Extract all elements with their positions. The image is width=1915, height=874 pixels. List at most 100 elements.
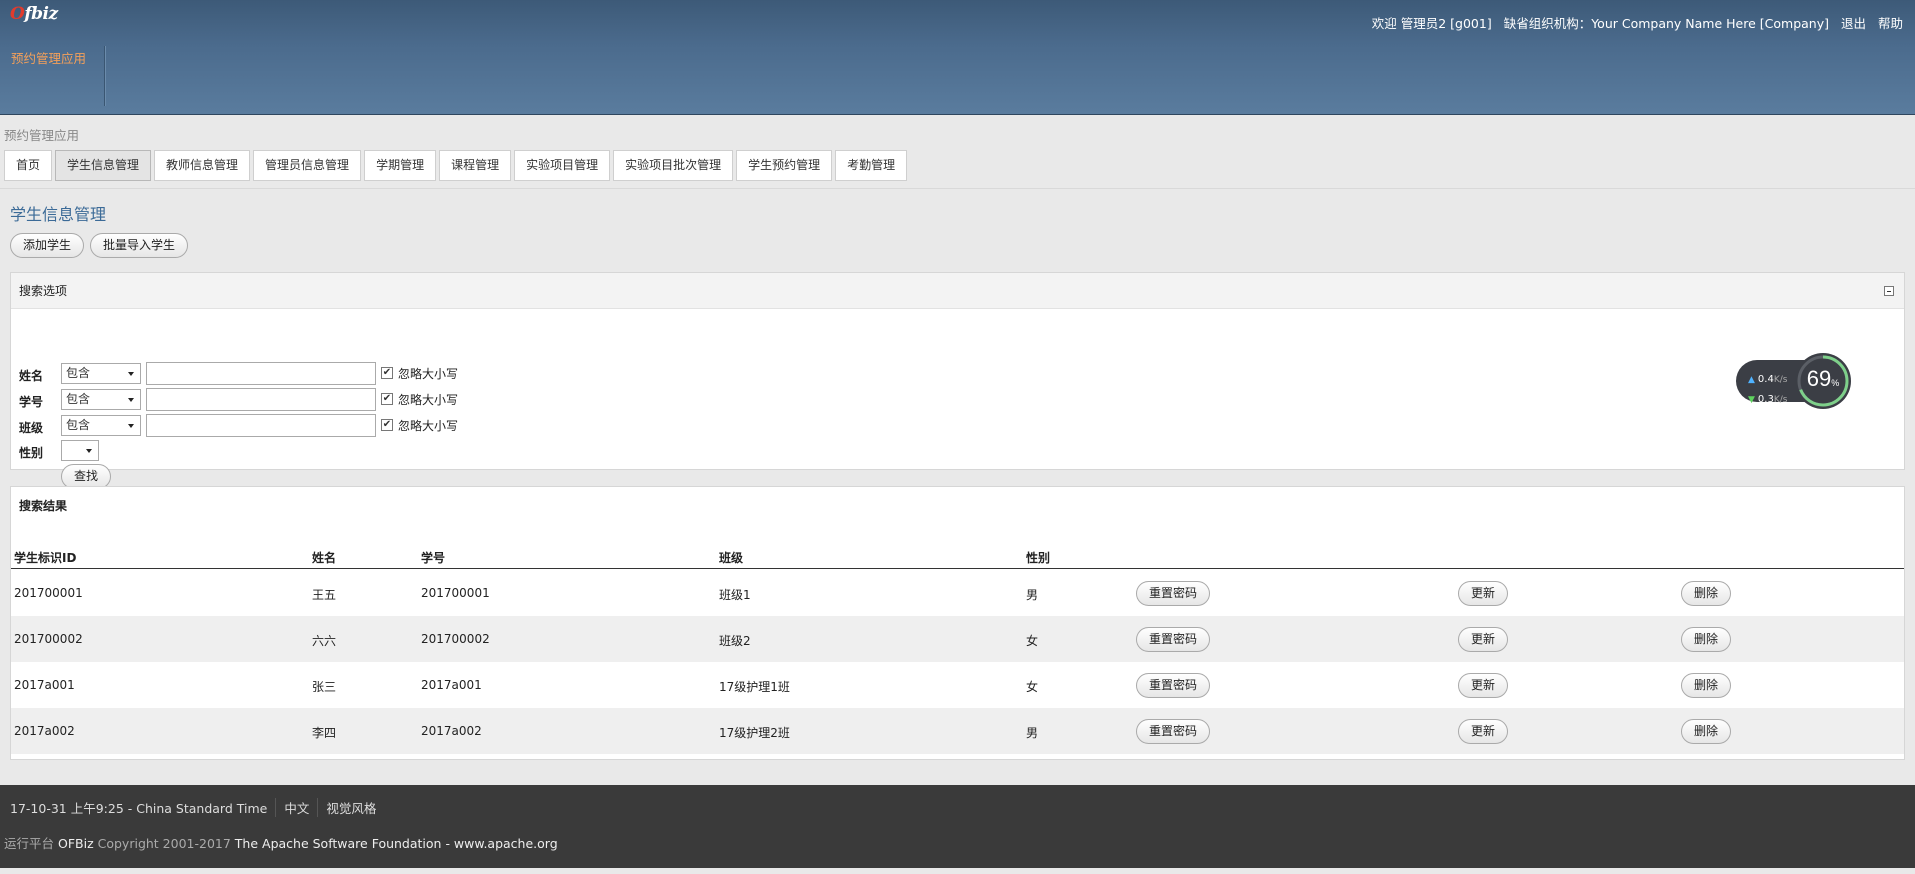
app-bar-separator (0, 188, 1915, 189)
update-button[interactable]: 更新 (1458, 627, 1509, 652)
cell-gender: 女 (1026, 634, 1039, 648)
page-title: 学生信息管理 (10, 205, 107, 224)
app-header: Ofbiz 欢迎 管理员2 [g001] 缺省组织机构：Your Company… (0, 0, 1915, 115)
cell-number: 2017a002 (421, 724, 482, 738)
logout-link[interactable]: 退出 (1841, 16, 1866, 31)
cell-number: 201700001 (421, 586, 490, 600)
number-label: 学号 (19, 395, 44, 409)
update-button[interactable]: 更新 (1458, 581, 1509, 606)
reset-password-button[interactable]: 重置密码 (1136, 581, 1211, 606)
table-row: 201700002 六六 201700002 班级2 女 重置密码 更新 删除 (11, 616, 1904, 662)
search-form: 姓名 包含 ✔ 忽略大小写 学号 包含 ✔ 忽略大小写 班级 包含 ✔ 忽略大小… (11, 309, 1904, 489)
delete-button[interactable]: 删除 (1681, 719, 1732, 744)
tab-admin-info[interactable]: 管理员信息管理 (253, 150, 362, 181)
column-header-id[interactable]: 学生标识ID (14, 549, 76, 566)
footer: 17-10-31 上午9:25 - China Standard Time 中文… (0, 785, 1915, 868)
import-students-button[interactable]: 批量导入学生 (90, 233, 189, 258)
copyright-text: Copyright 2001-2017 (97, 836, 231, 851)
bottom-strip (0, 868, 1915, 874)
cell-number: 201700002 (421, 632, 490, 646)
name-ignore-case-checkbox[interactable]: ✔ (381, 367, 393, 379)
cell-class: 17级护理2班 (719, 726, 790, 740)
download-speed: ▼ 0.3K/s (1748, 394, 1788, 405)
footer-language-link[interactable]: 中文 (275, 798, 317, 817)
cell-gender: 男 (1026, 726, 1039, 740)
download-arrow-icon: ▼ (1748, 395, 1755, 405)
reset-password-button[interactable]: 重置密码 (1136, 719, 1211, 744)
network-speed-widget[interactable]: ▲ 0.4K/s ▼ 0.3K/s 69% (1736, 352, 1856, 410)
class-ignore-case-checkbox[interactable]: ✔ (381, 419, 393, 431)
reset-password-button[interactable]: 重置密码 (1136, 673, 1211, 698)
reset-password-button[interactable]: 重置密码 (1136, 627, 1211, 652)
class-label: 班级 (19, 421, 44, 435)
tab-student-reservation[interactable]: 学生预约管理 (736, 150, 833, 181)
column-header-class[interactable]: 班级 (719, 549, 743, 566)
footer-powered-by: 运行平台 OFBiz Copyright 2001-2017 The Apach… (4, 833, 558, 852)
class-operator-select[interactable]: 包含 (61, 415, 141, 436)
class-input[interactable] (146, 414, 376, 437)
name-input[interactable] (146, 362, 376, 385)
chevron-down-icon (128, 424, 134, 428)
organization-text[interactable]: 缺省组织机构：Your Company Name Here [Company] (1504, 16, 1829, 31)
ofbiz-logo[interactable]: Ofbiz (10, 4, 58, 24)
app-bar-title: 预约管理应用 (4, 128, 80, 143)
cell-id: 2017a002 (14, 724, 75, 738)
number-operator-select[interactable]: 包含 (61, 389, 141, 410)
number-ignore-case-checkbox[interactable]: ✔ (381, 393, 393, 405)
delete-button[interactable]: 删除 (1681, 673, 1732, 698)
tab-experiment[interactable]: 实验项目管理 (514, 150, 611, 181)
column-header-number[interactable]: 学号 (421, 549, 445, 566)
footer-theme-link[interactable]: 视觉风格 (317, 798, 384, 817)
tab-experiment-batch[interactable]: 实验项目批次管理 (613, 150, 734, 181)
cell-name: 王五 (312, 588, 337, 602)
tab-semester[interactable]: 学期管理 (364, 150, 437, 181)
tab-home[interactable]: 首页 (4, 150, 53, 181)
update-button[interactable]: 更新 (1458, 719, 1509, 744)
name-label: 姓名 (19, 369, 44, 383)
table-row: 201700001 王五 201700001 班级1 男 重置密码 更新 删除 (11, 570, 1904, 616)
cell-gender: 男 (1026, 588, 1039, 602)
welcome-text: 欢迎 管理员2 [g001] (1371, 16, 1492, 31)
tab-teacher-info[interactable]: 教师信息管理 (154, 150, 251, 181)
gender-label: 性别 (19, 446, 44, 460)
search-options-header: 搜索选项 (11, 273, 1904, 309)
delete-button[interactable]: 删除 (1681, 581, 1732, 606)
help-link[interactable]: 帮助 (1878, 16, 1903, 31)
cell-class: 班级1 (719, 588, 751, 602)
apache-link[interactable]: The Apache Software Foundation - www.apa… (235, 836, 558, 851)
gender-select[interactable] (61, 440, 99, 461)
cell-id: 201700001 (14, 586, 83, 600)
memory-percent: 69% (1806, 366, 1840, 391)
delete-button[interactable]: 删除 (1681, 627, 1732, 652)
tab-student-info[interactable]: 学生信息管理 (55, 150, 152, 181)
name-ignore-case-label: 忽略大小写 (398, 367, 459, 381)
collapse-icon[interactable] (1884, 286, 1894, 296)
cell-name: 张三 (312, 680, 337, 694)
column-header-gender[interactable]: 性别 (1026, 549, 1050, 566)
search-options-title: 搜索选项 (19, 284, 68, 298)
search-options-panel: 搜索选项 姓名 包含 ✔ 忽略大小写 学号 包含 ✔ 忽略大小写 班级 包含 ✔… (10, 272, 1905, 489)
upload-speed: ▲ 0.4K/s (1748, 374, 1788, 385)
footer-datetime[interactable]: 17-10-31 上午9:25 - China Standard Time (10, 798, 275, 817)
app-divider (104, 46, 105, 106)
cell-name: 李四 (312, 726, 337, 740)
number-ignore-case-label: 忽略大小写 (398, 393, 459, 407)
page-actions: 添加学生 批量导入学生 (10, 233, 189, 258)
table-row: 2017a002 李四 2017a002 17级护理2班 男 重置密码 更新 删… (11, 708, 1904, 754)
upload-arrow-icon: ▲ (1748, 375, 1755, 385)
user-info-bar: 欢迎 管理员2 [g001] 缺省组织机构：Your Company Name … (1364, 13, 1903, 32)
number-input[interactable] (146, 388, 376, 411)
table-row: 2017a001 张三 2017a001 17级护理1班 女 重置密码 更新 删… (11, 662, 1904, 708)
name-operator-select[interactable]: 包含 (61, 363, 141, 384)
update-button[interactable]: 更新 (1458, 673, 1509, 698)
results-table-header: 学生标识ID 姓名 学号 班级 性别 (11, 539, 1904, 569)
app-menu-item-reservation[interactable]: 预约管理应用 (11, 48, 86, 67)
chevron-down-icon (86, 449, 92, 453)
tab-attendance[interactable]: 考勤管理 (835, 150, 908, 181)
cell-id: 2017a001 (14, 678, 75, 692)
class-ignore-case-label: 忽略大小写 (398, 419, 459, 433)
column-header-name[interactable]: 姓名 (312, 549, 336, 566)
tab-course[interactable]: 课程管理 (439, 150, 512, 181)
ofbiz-link[interactable]: OFBiz (58, 836, 94, 851)
add-student-button[interactable]: 添加学生 (10, 233, 85, 258)
